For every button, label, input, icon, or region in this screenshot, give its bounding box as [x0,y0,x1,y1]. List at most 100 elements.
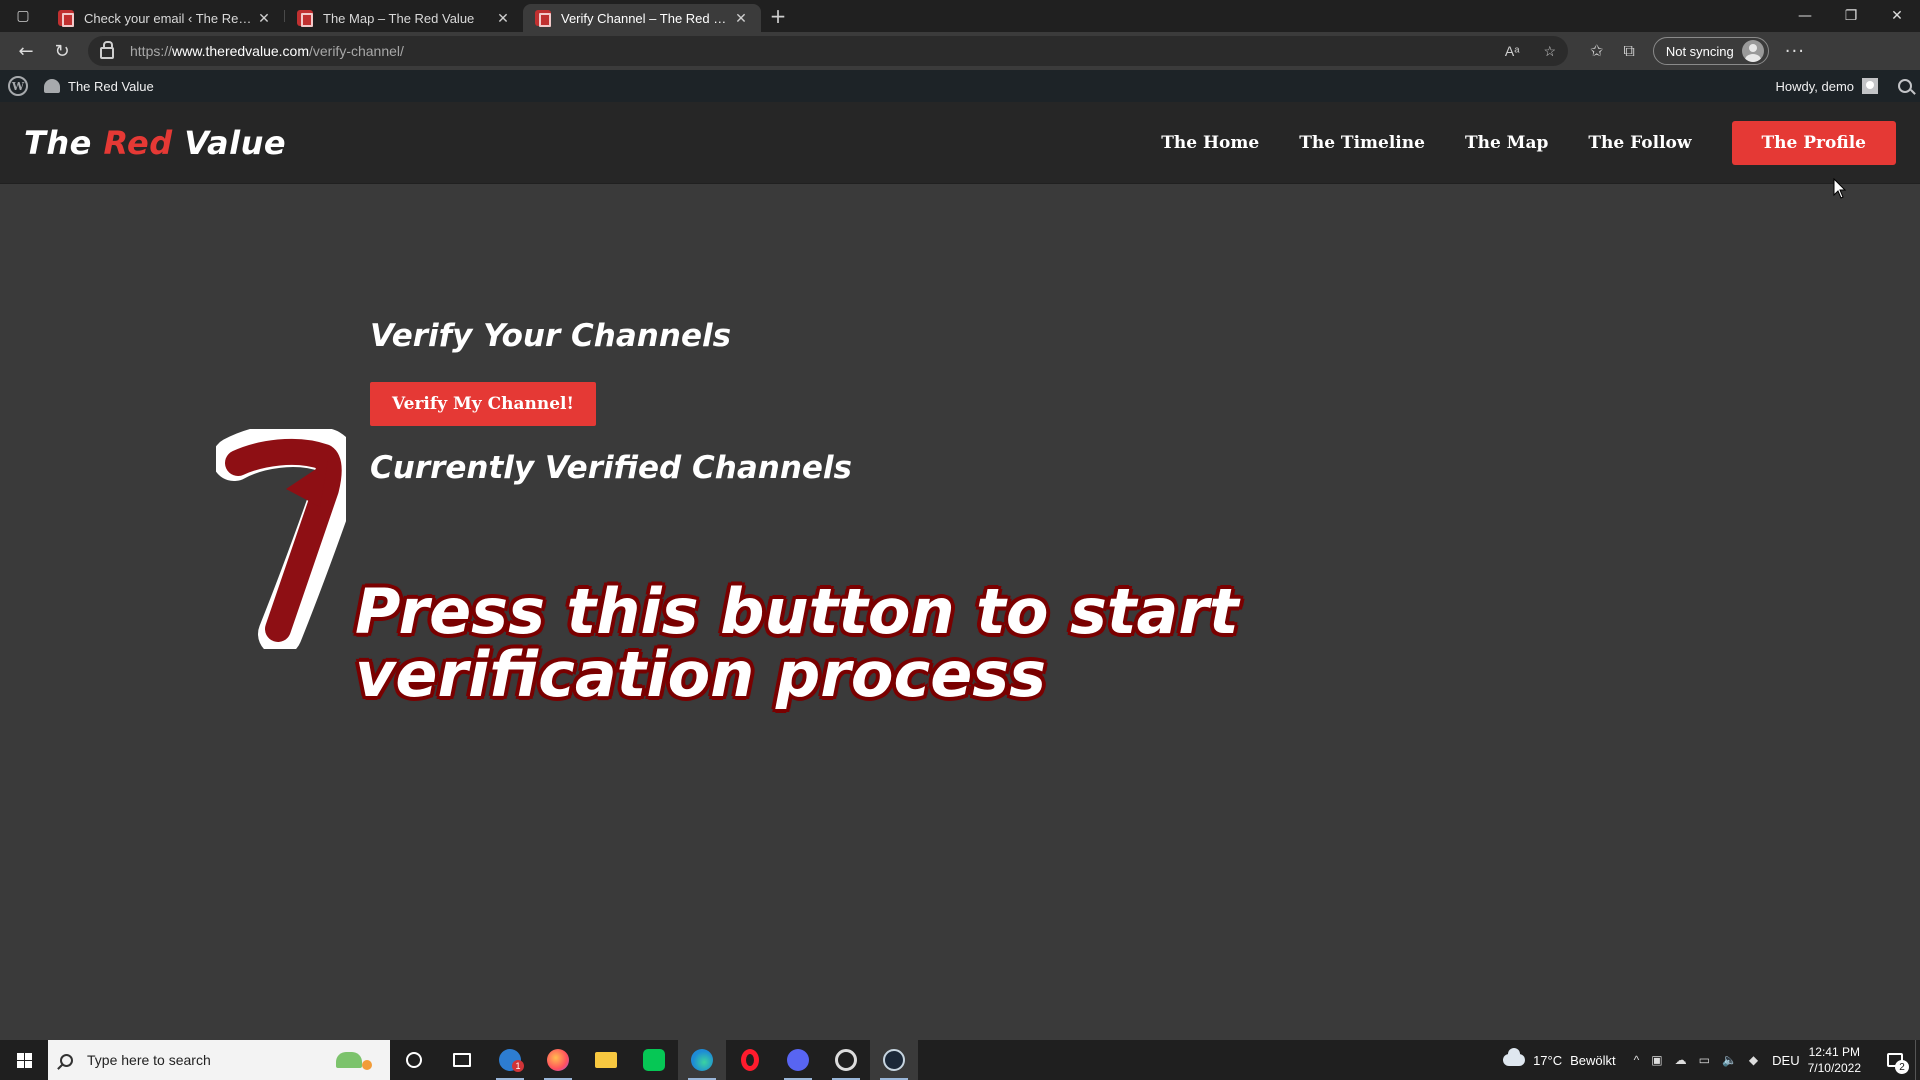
window-controls: — ❐ ✕ [1782,0,1920,32]
task-view-button[interactable] [438,1040,486,1080]
windows-logo-icon [16,1052,32,1068]
edge-icon [691,1049,713,1071]
read-aloud-icon[interactable]: Aᵃ [1505,43,1520,60]
show-desktop-button[interactable] [1915,1040,1920,1080]
verify-channel-button[interactable]: Verify My Channel! [370,382,596,426]
weather-temperature[interactable]: 17°C [1533,1053,1562,1068]
wp-site-name: The Red Value [68,78,154,94]
new-tab-button[interactable]: + [761,0,795,32]
taskbar-search-placeholder: Type here to search [87,1052,211,1068]
overlay-line-1: Press this button to start [355,575,1239,648]
tab-close-icon[interactable]: ✕ [254,10,274,27]
dashboard-icon [44,79,60,93]
action-center-button[interactable]: 2 [1875,1040,1915,1080]
windows-taskbar: Type here to search 1 17°C Bewölkt ^ ▣ ☁… [0,1040,1920,1080]
taskbar-app-opera[interactable] [726,1040,774,1080]
wp-account-menu[interactable]: Howdy, demo [1775,78,1912,94]
address-bar-actions: Aᵃ ☆ [1505,43,1556,60]
tab-close-icon[interactable]: ✕ [493,10,513,27]
site-favicon-icon [535,10,551,27]
nav-link-follow[interactable]: The Follow [1588,133,1691,153]
cortana-icon [406,1052,422,1068]
plus-icon: + [769,4,787,28]
tab-close-icon[interactable]: ✕ [731,10,751,27]
spiral-app-icon [835,1049,857,1071]
lock-icon[interactable] [100,41,114,59]
add-favorite-icon[interactable]: ☆ [1543,43,1556,60]
taskbar-app-steam[interactable] [870,1040,918,1080]
taskbar-app-discord[interactable] [774,1040,822,1080]
logo-part-the: The [24,123,104,162]
wp-site-link[interactable]: The Red Value [44,79,154,94]
profile-sync-button[interactable]: Not syncing [1652,37,1769,65]
nav-profile-button[interactable]: The Profile [1731,120,1896,165]
input-language[interactable]: DEU [1772,1053,1799,1068]
tab-actions-icon: ▢ [16,8,30,24]
tab-actions-button[interactable]: ▢ [0,0,46,32]
tab-verify-channel[interactable]: Verify Channel – The Red Value ✕ [523,4,761,32]
profile-avatar-icon [1741,40,1764,62]
restore-icon[interactable]: ❐ [1828,0,1874,32]
collections-icon[interactable]: ⧉ [1623,41,1634,61]
url-path: /verify-channel/ [308,43,404,59]
verify-heading: Verify Your Channels [370,318,732,354]
back-button[interactable]: ← [8,36,44,66]
wp-admin-bar: W The Red Value Howdy, demo [0,70,1920,102]
nav-link-timeline[interactable]: The Timeline [1299,133,1425,153]
browser-toolbar: ← ↻ https://www.theredvalue.com/verify-c… [0,32,1920,70]
tab-check-email[interactable]: Check your email ‹ The Red Value ✕ [46,4,284,32]
taskbar-app-line[interactable] [630,1040,678,1080]
cloud-icon [1503,1048,1526,1066]
logo-part-value: Value [172,123,287,162]
tab-title: Check your email ‹ The Red Value [84,10,254,26]
taskbar-app-explorer[interactable] [582,1040,630,1080]
search-highlight-icon [332,1046,378,1074]
settings-more-icon[interactable]: ··· [1785,41,1805,62]
wordpress-logo-icon[interactable]: W [8,76,28,96]
volume-icon[interactable]: 🔈 [1722,1053,1737,1067]
folder-icon [595,1052,617,1068]
arrow-left-icon: ← [18,40,34,62]
main-nav: The Home The Timeline The Map The Follow… [1121,120,1896,165]
onedrive-icon[interactable]: ☁ [1675,1053,1687,1067]
taskbar-app-firefox[interactable] [534,1040,582,1080]
nav-link-home[interactable]: The Home [1161,133,1259,153]
site-logo[interactable]: The Red Value [24,124,286,162]
clock-date: 7/10/2022 [1807,1061,1861,1075]
main-content: Verify Your Channels Verify My Channel! … [0,184,1920,1040]
dropbox-icon[interactable]: ◆ [1749,1053,1758,1067]
refresh-button[interactable]: ↻ [44,36,80,66]
taskbar-app-mail[interactable]: 1 [486,1040,534,1080]
site-header: The Red Value The Home The Timeline The … [0,102,1920,184]
taskbar-search-box[interactable]: Type here to search [48,1040,390,1080]
firefox-icon [547,1049,569,1071]
instruction-overlay: Press this button to start verification … [355,580,1239,706]
notification-badge: 2 [1895,1060,1909,1074]
clock[interactable]: 12:41 PM 7/10/2022 [1808,1044,1861,1076]
close-window-icon[interactable]: ✕ [1874,0,1920,32]
favorites-icon[interactable]: ✩ [1590,41,1603,61]
clock-time: 12:41 PM [1808,1045,1860,1059]
chevron-up-icon[interactable]: ^ [1634,1053,1640,1067]
minimize-icon[interactable]: — [1782,0,1828,32]
site-favicon-icon [58,10,74,27]
verified-channels-heading: Currently Verified Channels [370,450,852,486]
start-button[interactable] [0,1040,48,1080]
line-app-icon [643,1049,665,1071]
refresh-icon: ↻ [54,40,70,62]
address-bar[interactable]: https://www.theredvalue.com/verify-chann… [88,36,1568,66]
taskbar-app-spiral[interactable] [822,1040,870,1080]
task-view-icon [453,1053,471,1067]
url-protocol: https:// [130,43,173,59]
discord-icon [787,1049,809,1071]
tab-the-map[interactable]: The Map – The Red Value ✕ [285,4,523,32]
meet-icon[interactable]: ▣ [1651,1053,1662,1067]
network-icon[interactable]: ▭ [1699,1053,1710,1067]
search-icon[interactable] [1898,79,1912,93]
taskbar-app-edge[interactable] [678,1040,726,1080]
weather-description[interactable]: Bewölkt [1570,1053,1616,1068]
step-number-marker: 7 [216,429,346,649]
cortana-button[interactable] [390,1040,438,1080]
overlay-line-2: verification process [355,638,1047,711]
nav-link-map[interactable]: The Map [1465,133,1548,153]
